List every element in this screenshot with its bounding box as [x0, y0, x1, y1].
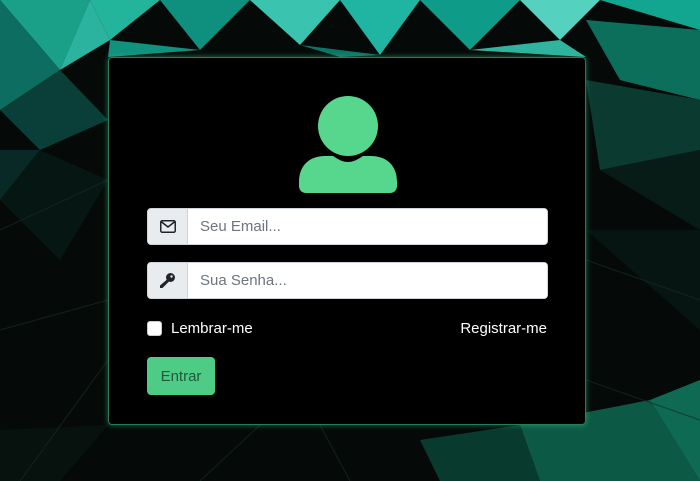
envelope-icon	[148, 209, 188, 244]
remember-me-checkbox[interactable]	[147, 321, 162, 336]
user-icon	[299, 96, 397, 194]
register-link[interactable]: Registrar-me	[460, 320, 547, 337]
remember-me-option[interactable]: Lembrar-me	[147, 320, 253, 337]
email-input-group	[147, 208, 548, 245]
email-field[interactable]	[188, 209, 547, 244]
key-icon	[148, 263, 188, 298]
password-field[interactable]	[188, 263, 547, 298]
remember-me-label: Lembrar-me	[171, 320, 253, 337]
login-button[interactable]: Entrar	[147, 357, 215, 395]
password-input-group	[147, 262, 548, 299]
login-card: Lembrar-me Registrar-me Entrar	[108, 57, 586, 425]
